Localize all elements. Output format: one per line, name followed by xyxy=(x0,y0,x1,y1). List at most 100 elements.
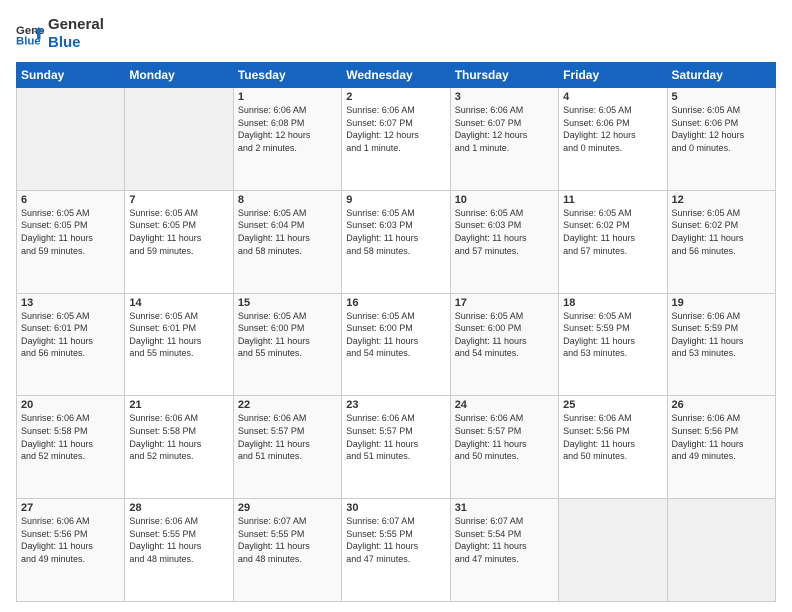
day-number: 4 xyxy=(563,91,662,103)
day-number: 18 xyxy=(563,297,662,309)
calendar-week-5: 27Sunrise: 6:06 AM Sunset: 5:56 PM Dayli… xyxy=(17,499,776,602)
day-number: 26 xyxy=(672,399,771,411)
day-number: 16 xyxy=(346,297,445,309)
day-info: Sunrise: 6:06 AM Sunset: 5:55 PM Dayligh… xyxy=(129,515,228,565)
day-number: 22 xyxy=(238,399,337,411)
calendar-cell: 10Sunrise: 6:05 AM Sunset: 6:03 PM Dayli… xyxy=(450,190,558,293)
calendar-header-sunday: Sunday xyxy=(17,63,125,88)
day-number: 29 xyxy=(238,502,337,514)
day-info: Sunrise: 6:06 AM Sunset: 5:56 PM Dayligh… xyxy=(21,515,120,565)
calendar-cell xyxy=(17,88,125,191)
day-number: 11 xyxy=(563,194,662,206)
day-info: Sunrise: 6:05 AM Sunset: 6:05 PM Dayligh… xyxy=(129,207,228,257)
day-number: 28 xyxy=(129,502,228,514)
day-info: Sunrise: 6:05 AM Sunset: 6:00 PM Dayligh… xyxy=(455,310,554,360)
calendar-cell: 25Sunrise: 6:06 AM Sunset: 5:56 PM Dayli… xyxy=(559,396,667,499)
calendar-cell: 17Sunrise: 6:05 AM Sunset: 6:00 PM Dayli… xyxy=(450,293,558,396)
day-info: Sunrise: 6:05 AM Sunset: 6:03 PM Dayligh… xyxy=(346,207,445,257)
day-info: Sunrise: 6:05 AM Sunset: 5:59 PM Dayligh… xyxy=(563,310,662,360)
logo-general: General xyxy=(48,16,104,34)
day-number: 5 xyxy=(672,91,771,103)
calendar-cell xyxy=(667,499,775,602)
day-number: 7 xyxy=(129,194,228,206)
day-info: Sunrise: 6:05 AM Sunset: 6:00 PM Dayligh… xyxy=(346,310,445,360)
day-info: Sunrise: 6:05 AM Sunset: 6:05 PM Dayligh… xyxy=(21,207,120,257)
day-info: Sunrise: 6:05 AM Sunset: 6:06 PM Dayligh… xyxy=(672,104,771,154)
logo-icon: General Blue xyxy=(16,20,44,48)
calendar-cell: 30Sunrise: 6:07 AM Sunset: 5:55 PM Dayli… xyxy=(342,499,450,602)
logo: General Blue General Blue xyxy=(16,16,104,52)
day-info: Sunrise: 6:06 AM Sunset: 5:59 PM Dayligh… xyxy=(672,310,771,360)
calendar-week-1: 1Sunrise: 6:06 AM Sunset: 6:08 PM Daylig… xyxy=(17,88,776,191)
calendar-cell: 2Sunrise: 6:06 AM Sunset: 6:07 PM Daylig… xyxy=(342,88,450,191)
day-info: Sunrise: 6:05 AM Sunset: 6:03 PM Dayligh… xyxy=(455,207,554,257)
calendar-header-wednesday: Wednesday xyxy=(342,63,450,88)
day-number: 31 xyxy=(455,502,554,514)
calendar-header-tuesday: Tuesday xyxy=(233,63,341,88)
day-info: Sunrise: 6:07 AM Sunset: 5:55 PM Dayligh… xyxy=(238,515,337,565)
calendar-cell: 11Sunrise: 6:05 AM Sunset: 6:02 PM Dayli… xyxy=(559,190,667,293)
day-number: 24 xyxy=(455,399,554,411)
calendar-cell: 31Sunrise: 6:07 AM Sunset: 5:54 PM Dayli… xyxy=(450,499,558,602)
day-info: Sunrise: 6:06 AM Sunset: 6:07 PM Dayligh… xyxy=(346,104,445,154)
day-number: 19 xyxy=(672,297,771,309)
calendar-cell: 8Sunrise: 6:05 AM Sunset: 6:04 PM Daylig… xyxy=(233,190,341,293)
calendar-week-2: 6Sunrise: 6:05 AM Sunset: 6:05 PM Daylig… xyxy=(17,190,776,293)
calendar-cell: 22Sunrise: 6:06 AM Sunset: 5:57 PM Dayli… xyxy=(233,396,341,499)
day-number: 15 xyxy=(238,297,337,309)
calendar-cell: 21Sunrise: 6:06 AM Sunset: 5:58 PM Dayli… xyxy=(125,396,233,499)
header: General Blue General Blue xyxy=(16,16,776,52)
day-info: Sunrise: 6:05 AM Sunset: 6:01 PM Dayligh… xyxy=(21,310,120,360)
day-number: 13 xyxy=(21,297,120,309)
calendar-cell: 12Sunrise: 6:05 AM Sunset: 6:02 PM Dayli… xyxy=(667,190,775,293)
calendar-cell: 4Sunrise: 6:05 AM Sunset: 6:06 PM Daylig… xyxy=(559,88,667,191)
day-number: 17 xyxy=(455,297,554,309)
day-info: Sunrise: 6:06 AM Sunset: 6:07 PM Dayligh… xyxy=(455,104,554,154)
day-number: 14 xyxy=(129,297,228,309)
calendar-cell xyxy=(125,88,233,191)
day-info: Sunrise: 6:06 AM Sunset: 5:56 PM Dayligh… xyxy=(672,412,771,462)
calendar-cell: 9Sunrise: 6:05 AM Sunset: 6:03 PM Daylig… xyxy=(342,190,450,293)
calendar-cell: 28Sunrise: 6:06 AM Sunset: 5:55 PM Dayli… xyxy=(125,499,233,602)
calendar-cell xyxy=(559,499,667,602)
calendar-cell: 18Sunrise: 6:05 AM Sunset: 5:59 PM Dayli… xyxy=(559,293,667,396)
day-info: Sunrise: 6:06 AM Sunset: 5:57 PM Dayligh… xyxy=(455,412,554,462)
day-info: Sunrise: 6:06 AM Sunset: 5:58 PM Dayligh… xyxy=(129,412,228,462)
calendar-cell: 24Sunrise: 6:06 AM Sunset: 5:57 PM Dayli… xyxy=(450,396,558,499)
calendar-week-3: 13Sunrise: 6:05 AM Sunset: 6:01 PM Dayli… xyxy=(17,293,776,396)
calendar-header-friday: Friday xyxy=(559,63,667,88)
day-number: 2 xyxy=(346,91,445,103)
day-info: Sunrise: 6:06 AM Sunset: 5:57 PM Dayligh… xyxy=(346,412,445,462)
day-info: Sunrise: 6:05 AM Sunset: 6:01 PM Dayligh… xyxy=(129,310,228,360)
day-number: 21 xyxy=(129,399,228,411)
calendar-header-saturday: Saturday xyxy=(667,63,775,88)
calendar-cell: 20Sunrise: 6:06 AM Sunset: 5:58 PM Dayli… xyxy=(17,396,125,499)
calendar-cell: 1Sunrise: 6:06 AM Sunset: 6:08 PM Daylig… xyxy=(233,88,341,191)
calendar-cell: 27Sunrise: 6:06 AM Sunset: 5:56 PM Dayli… xyxy=(17,499,125,602)
day-number: 25 xyxy=(563,399,662,411)
day-number: 6 xyxy=(21,194,120,206)
day-info: Sunrise: 6:07 AM Sunset: 5:55 PM Dayligh… xyxy=(346,515,445,565)
calendar-header-thursday: Thursday xyxy=(450,63,558,88)
calendar-cell: 29Sunrise: 6:07 AM Sunset: 5:55 PM Dayli… xyxy=(233,499,341,602)
day-number: 12 xyxy=(672,194,771,206)
day-info: Sunrise: 6:05 AM Sunset: 6:04 PM Dayligh… xyxy=(238,207,337,257)
calendar-week-4: 20 Sunrise: 6:06 AM Sunset: 5:58 PM Dayli… xyxy=(17,396,776,499)
day-info: Sunrise: 6:06 AM Sunset: 5:57 PM Dayligh… xyxy=(238,412,337,462)
day-number: 27 xyxy=(21,502,120,514)
day-number: 9 xyxy=(346,194,445,206)
day-number: 20 xyxy=(21,399,120,411)
calendar-cell: 23Sunrise: 6:06 AM Sunset: 5:57 PM Dayli… xyxy=(342,396,450,499)
day-number: 1 xyxy=(238,91,337,103)
calendar-header-row: SundayMondayTuesdayWednesdayThursdayFrid… xyxy=(17,63,776,88)
calendar-cell: 26Sunrise: 6:06 AM Sunset: 5:56 PM Dayli… xyxy=(667,396,775,499)
calendar-cell: 3Sunrise: 6:06 AM Sunset: 6:07 PM Daylig… xyxy=(450,88,558,191)
day-info: Sunrise: 6:05 AM Sunset: 6:00 PM Dayligh… xyxy=(238,310,337,360)
calendar-cell: 19Sunrise: 6:06 AM Sunset: 5:59 PM Dayli… xyxy=(667,293,775,396)
day-info: Sunrise: 6:05 AM Sunset: 6:06 PM Dayligh… xyxy=(563,104,662,154)
calendar-cell: 16Sunrise: 6:05 AM Sunset: 6:00 PM Dayli… xyxy=(342,293,450,396)
calendar-cell: 14Sunrise: 6:05 AM Sunset: 6:01 PM Dayli… xyxy=(125,293,233,396)
svg-text:Blue: Blue xyxy=(16,36,41,48)
day-info: Sunrise: 6:05 AM Sunset: 6:02 PM Dayligh… xyxy=(563,207,662,257)
day-number: 23 xyxy=(346,399,445,411)
